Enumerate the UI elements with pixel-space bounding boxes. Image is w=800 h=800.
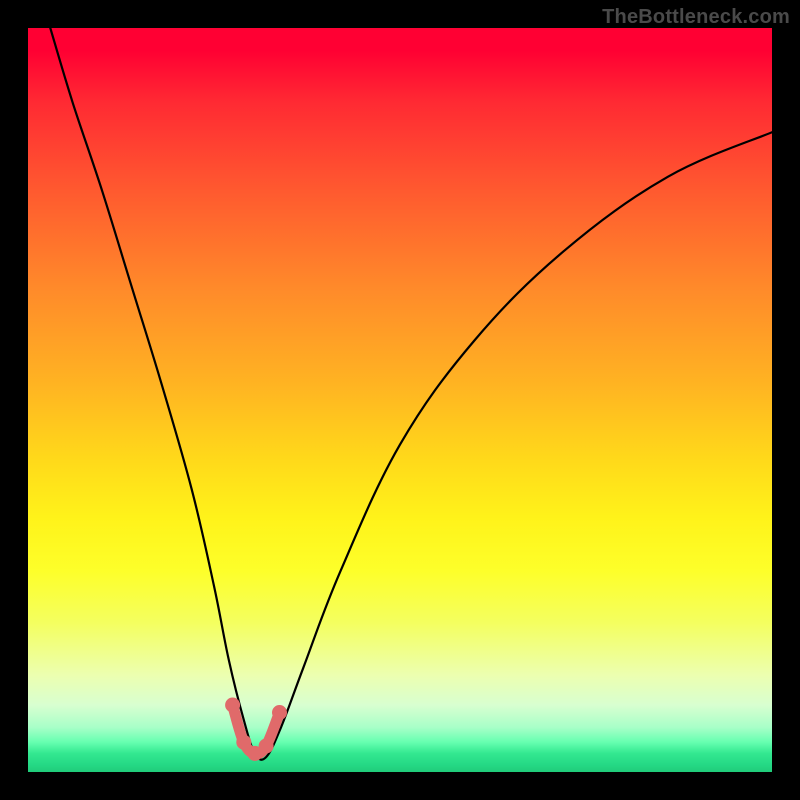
salmon-dot (225, 698, 240, 713)
bottleneck-curve (50, 28, 772, 760)
salmon-dot (236, 735, 251, 750)
chart-frame: TheBottleneck.com (0, 0, 800, 800)
watermark-text: TheBottleneck.com (602, 6, 790, 29)
salmon-dot (259, 739, 274, 754)
salmon-dot (272, 705, 287, 720)
curve-layer (28, 28, 772, 772)
plot-area (28, 28, 772, 772)
